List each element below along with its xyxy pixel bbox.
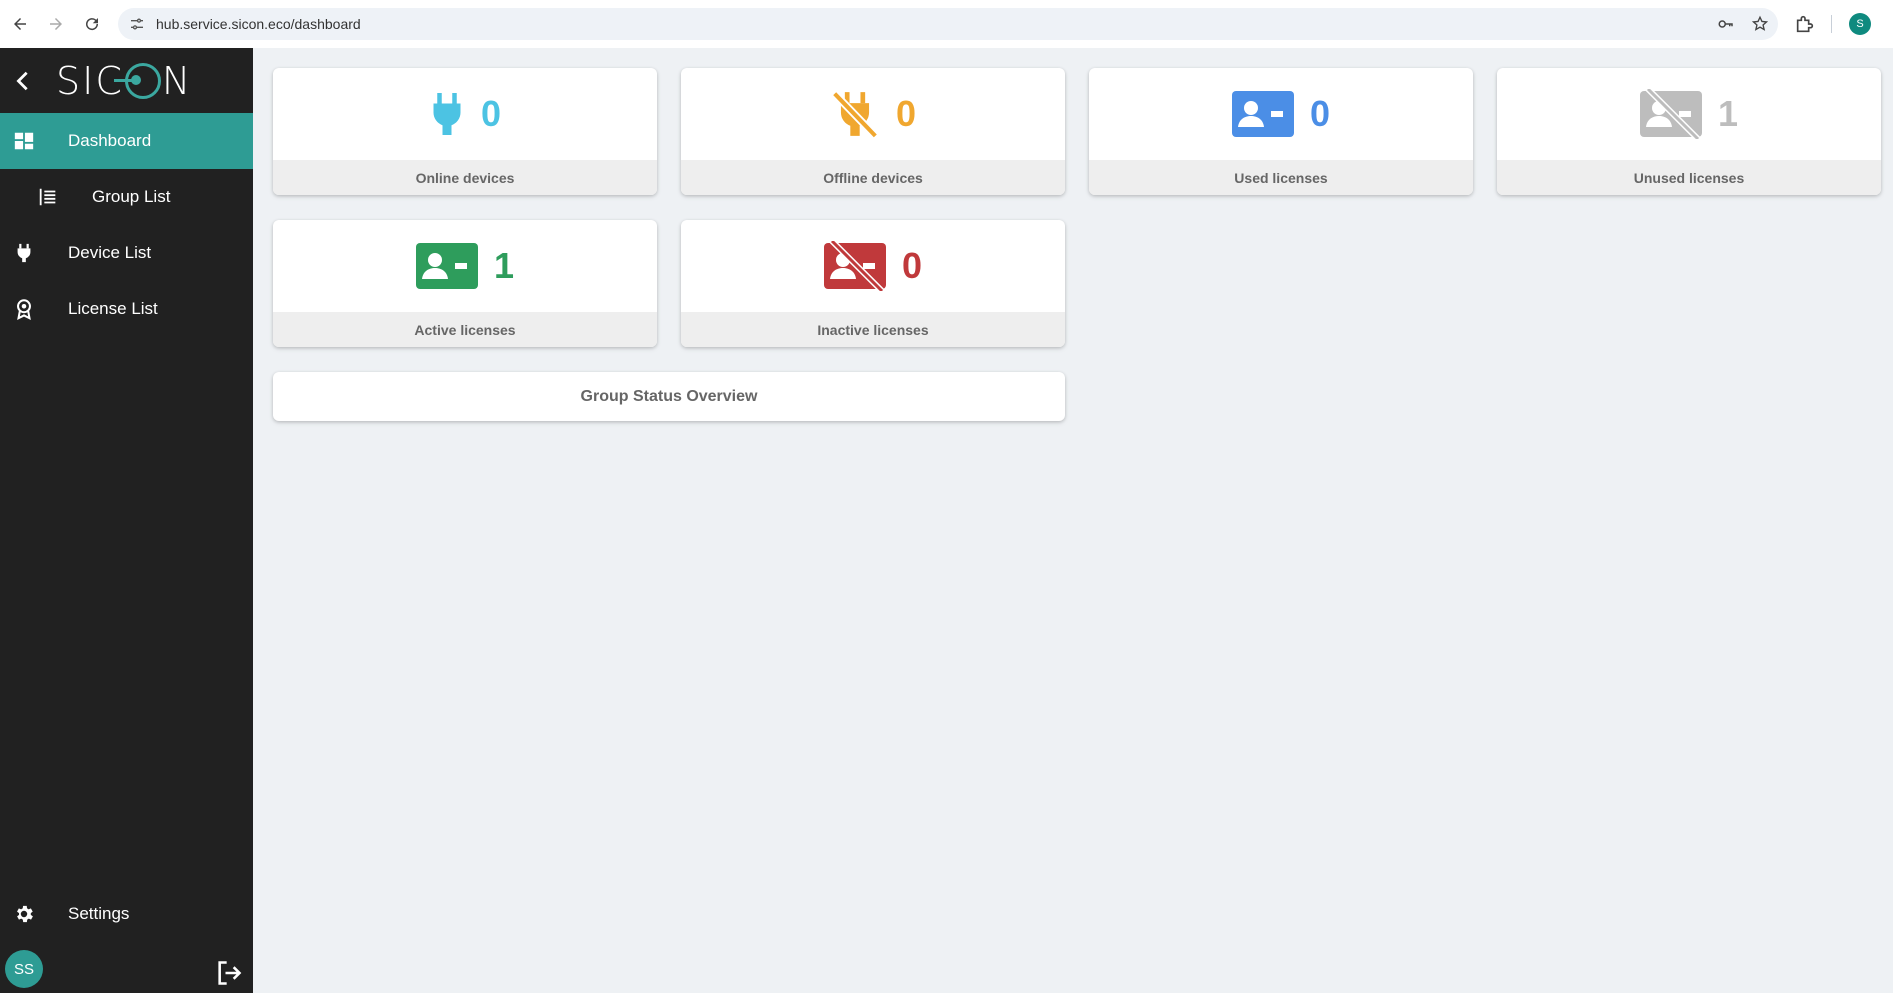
logout-icon[interactable]	[215, 959, 243, 987]
id-card-icon	[415, 243, 478, 289]
stat-value: 0	[1309, 93, 1331, 134]
browser-toolbar: hub.service.sicon.eco/dashboard S	[0, 0, 1893, 48]
stat-label: Unused licenses	[1497, 160, 1881, 195]
password-key-icon[interactable]	[1716, 14, 1736, 34]
sidebar-item-dashboard[interactable]: Dashboard	[0, 113, 253, 169]
reload-icon[interactable]	[74, 6, 110, 42]
sidebar: SIC N Dashboard Group List Device List Li…	[0, 48, 253, 993]
id-card-off-icon	[823, 241, 886, 291]
stat-label: Active licenses	[273, 312, 657, 347]
sicon-logo: SIC N	[56, 58, 193, 103]
forward-icon[interactable]	[38, 6, 74, 42]
stat-card-online-devices[interactable]: 0 Online devices	[273, 68, 657, 195]
brand-header: SIC N	[0, 48, 253, 113]
stat-value: 1	[493, 245, 515, 286]
address-bar[interactable]: hub.service.sicon.eco/dashboard	[118, 8, 1778, 40]
stat-label: Used licenses	[1089, 160, 1473, 195]
stat-value: 0	[901, 245, 923, 286]
badge-icon	[12, 297, 36, 321]
stat-label: Offline devices	[681, 160, 1065, 195]
plug-off-icon	[831, 90, 879, 139]
logo-o-mark	[113, 62, 161, 99]
dashboard-grid-icon	[12, 129, 36, 153]
browser-profile-avatar[interactable]: S	[1849, 13, 1871, 35]
back-icon[interactable]	[2, 6, 38, 42]
id-card-icon	[1231, 91, 1294, 137]
sidebar-item-label: Group List	[92, 187, 171, 206]
stat-card-inactive-licenses[interactable]: 0 Inactive licenses	[681, 220, 1065, 347]
plug-icon	[433, 93, 461, 135]
url-text[interactable]: hub.service.sicon.eco/dashboard	[156, 16, 361, 32]
site-info-icon[interactable]	[128, 15, 146, 33]
sidebar-item-settings[interactable]: Settings	[0, 886, 253, 942]
gear-icon	[12, 902, 36, 926]
stat-card-used-licenses[interactable]: 0 Used licenses	[1089, 68, 1473, 195]
sidebar-item-license-list[interactable]: License List	[0, 281, 253, 337]
stat-card-unused-licenses[interactable]: 1 Unused licenses	[1497, 68, 1881, 195]
sidebar-item-label: Device List	[68, 243, 152, 262]
stat-label: Inactive licenses	[681, 312, 1065, 347]
stat-card-offline-devices[interactable]: 0 Offline devices	[681, 68, 1065, 195]
extensions-icon[interactable]	[1794, 13, 1816, 35]
list-icon	[36, 185, 60, 209]
plug-icon	[12, 241, 36, 265]
sidebar-item-label: Dashboard	[68, 131, 152, 150]
stat-value: 0	[895, 93, 917, 134]
group-status-overview-button[interactable]: Group Status Overview	[273, 372, 1065, 421]
sidebar-item-group-list[interactable]: Group List	[0, 169, 253, 225]
sidebar-item-device-list[interactable]: Device List	[0, 225, 253, 281]
stat-value: 0	[480, 93, 502, 134]
sidebar-item-label: License List	[68, 299, 158, 318]
sidebar-item-label: Settings	[68, 904, 130, 923]
toolbar-divider	[1831, 15, 1832, 33]
bookmark-star-icon[interactable]	[1750, 14, 1770, 34]
id-card-off-icon	[1639, 89, 1702, 139]
stat-label: Online devices	[273, 160, 657, 195]
collapse-sidebar-icon[interactable]	[12, 70, 34, 92]
stat-value: 1	[1717, 93, 1739, 134]
stat-card-active-licenses[interactable]: 1 Active licenses	[273, 220, 657, 347]
user-avatar[interactable]: SS	[5, 950, 43, 988]
